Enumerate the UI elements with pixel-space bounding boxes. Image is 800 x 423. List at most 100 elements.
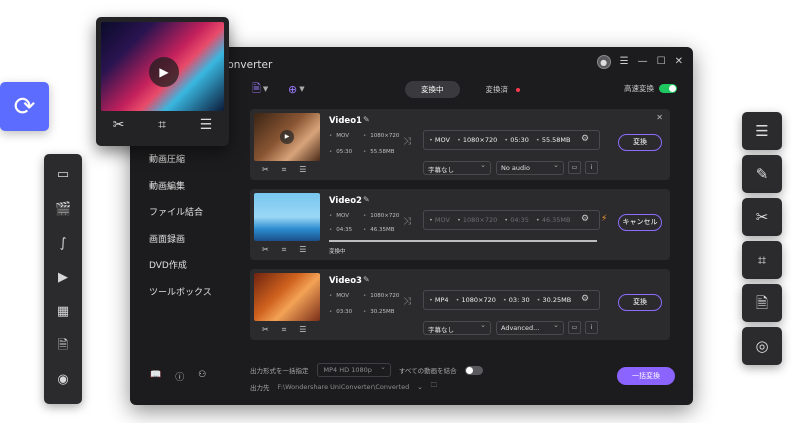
info-icon[interactable]: i [585,161,598,174]
status-tabs: 変換中 変換済 [405,81,536,98]
output-format: MOV [429,216,450,224]
output-path-row: 出力先 F:\Wondershare UniConverter\Converte… [250,381,437,392]
sidebar-item-record[interactable]: 画面録画 [130,227,240,254]
crop-icon[interactable]: ⌗ [282,325,287,335]
scissors-icon[interactable]: ✂ [262,165,269,175]
output-format: MOV [429,136,450,144]
book-icon[interactable]: 📖 [150,370,161,383]
video-thumbnail[interactable] [254,273,320,321]
video-thumbnail[interactable]: ▶ [254,113,320,161]
close-icon[interactable]: ✕ [675,55,683,69]
merge-label: すべての動画を結合 [398,367,457,375]
gear-icon[interactable]: ⚙ [581,294,589,304]
chevron-down-icon[interactable]: ⌄ [417,383,422,391]
output-path-value[interactable]: F:\Wondershare UniConverter\Converted [278,383,410,391]
source-duration: 04:35 [329,227,352,233]
convert-button[interactable]: 変換 [618,294,662,311]
edit-name-icon[interactable]: ✎ [363,115,370,124]
subtitle-icon[interactable]: ▭ [568,161,581,174]
sidebar-item-merge[interactable]: ファイル結合 [130,200,240,227]
sidebar-item-compress[interactable]: 動画圧縮 [130,147,240,174]
crop-icon[interactable]: ⌗ [742,241,782,279]
adjust-icon[interactable]: ☰ [742,112,782,150]
crop-icon[interactable]: ⌗ [282,165,287,175]
speed-mode: 高速変換 [624,83,677,94]
sync-icon[interactable]: ⟳ [0,82,49,131]
gear-icon[interactable]: ⚙ [581,134,589,144]
menu-icon[interactable]: ☰ [620,55,629,69]
progress-bar [329,240,597,242]
maximize-icon[interactable]: ☐ [657,55,666,69]
edit-name-icon[interactable]: ✎ [363,275,370,284]
audio-select[interactable]: Advanced... [496,321,564,335]
adjust-icon[interactable]: ☰ [299,245,306,255]
toolbar-icons: 🗎 ▼ ⊕ ▼ [252,82,310,96]
subtitle-select[interactable]: 字幕なし [423,321,491,335]
scissors-icon[interactable]: ✂ [262,325,269,335]
screen-record-icon[interactable]: ▶ [55,270,71,286]
output-size: 46.35MB [536,216,571,224]
scissors-icon[interactable]: ✂ [113,117,125,133]
add-media-icon[interactable]: ⊕ ▼ [288,82,310,96]
help-icon[interactable]: ⓘ [175,370,184,383]
adjust-icon[interactable]: ☰ [299,165,306,175]
speed-label: 高速変換 [624,84,654,93]
preview-image: ▶ [101,22,224,111]
bolt-icon: ⚡ [601,214,608,224]
minimize-icon[interactable]: — [638,55,648,69]
output-format-select[interactable]: MP4 HD 1080p [316,363,391,377]
close-icon[interactable]: ✕ [656,113,663,122]
tab-converting[interactable]: 変換中 [405,81,460,98]
convert-button[interactable]: 変換 [618,134,662,151]
subtitle-icon[interactable]: 🗎 [742,284,782,322]
scissors-icon[interactable]: ✂ [742,198,782,236]
folder-icon[interactable]: 🗀 [431,381,438,392]
video-card: ✂ ⌗ ☰ Video3 ✎ MOV 1080×720 03:30 30.25M… [250,269,670,340]
sidebar-nav: 動画圧縮 動画編集 ファイル結合 画面録画 DVD作成 ツールボックス [130,147,240,306]
add-file-icon[interactable]: 🗎 ▼ [252,82,274,96]
play-icon[interactable]: ▶ [280,130,294,144]
batch-convert-button[interactable]: 一括変換 [617,367,675,385]
output-size: 30.25MB [537,296,572,304]
play-icon[interactable]: ▶ [149,57,179,87]
cancel-button[interactable]: キャンセル [618,214,662,231]
audio-icon[interactable]: ◎ [742,327,782,365]
users-icon[interactable]: ⚇ [198,370,206,383]
output-settings[interactable]: MP4 1080×720 03: 30 30.25MB [423,290,600,310]
crop-icon[interactable]: ⌗ [158,117,166,133]
output-duration: 05:30 [504,136,529,144]
sidebar-item-edit[interactable]: 動画編集 [130,174,240,201]
gear-icon[interactable]: ⚙ [581,214,589,224]
speed-toggle[interactable] [659,84,677,93]
video-name: Video1 [329,116,362,126]
convert-arrow-icon: ⤨ [403,216,411,227]
video-thumbnail[interactable] [254,193,320,241]
source-size: 30.25MB [363,309,394,315]
sidebar-item-dvd[interactable]: DVD作成 [130,253,240,280]
card-tools: ✂ ⌗ ☰ [262,165,306,175]
merge-icon[interactable]: ∫ [55,236,71,252]
account-icon[interactable]: ● [596,55,611,69]
document-icon[interactable]: 🗎 [55,338,71,354]
tab-converted[interactable]: 変換済 [470,81,537,98]
adjust-icon[interactable]: ☰ [299,325,306,335]
sidebar-item-toolbox[interactable]: ツールボックス [130,280,240,307]
merge-toggle[interactable] [464,365,483,375]
edit-name-icon[interactable]: ✎ [363,195,370,204]
crop-icon[interactable]: ⌗ [282,245,287,255]
source-format: MOV [329,213,349,219]
output-size: 55.58MB [536,136,571,144]
adjust-icon[interactable]: ☰ [200,117,213,133]
video-clip-icon[interactable]: 🎬 [55,202,71,218]
subtitle-icon[interactable]: ▭ [568,321,581,334]
film-icon[interactable]: ▦ [55,304,71,320]
video-convert-icon[interactable]: ▭ [55,167,71,183]
audio-select[interactable]: No audio [496,161,564,175]
edit-doc-icon[interactable]: ✎ [742,155,782,193]
output-settings[interactable]: MOV 1080×720 05:30 55.58MB [423,130,600,150]
subtitle-select[interactable]: 字幕なし [423,161,491,175]
scissors-icon[interactable]: ✂ [262,245,269,255]
info-icon[interactable]: i [585,321,598,334]
source-duration: 05:30 [329,149,352,155]
dvd-icon[interactable]: ◉ [55,372,71,388]
